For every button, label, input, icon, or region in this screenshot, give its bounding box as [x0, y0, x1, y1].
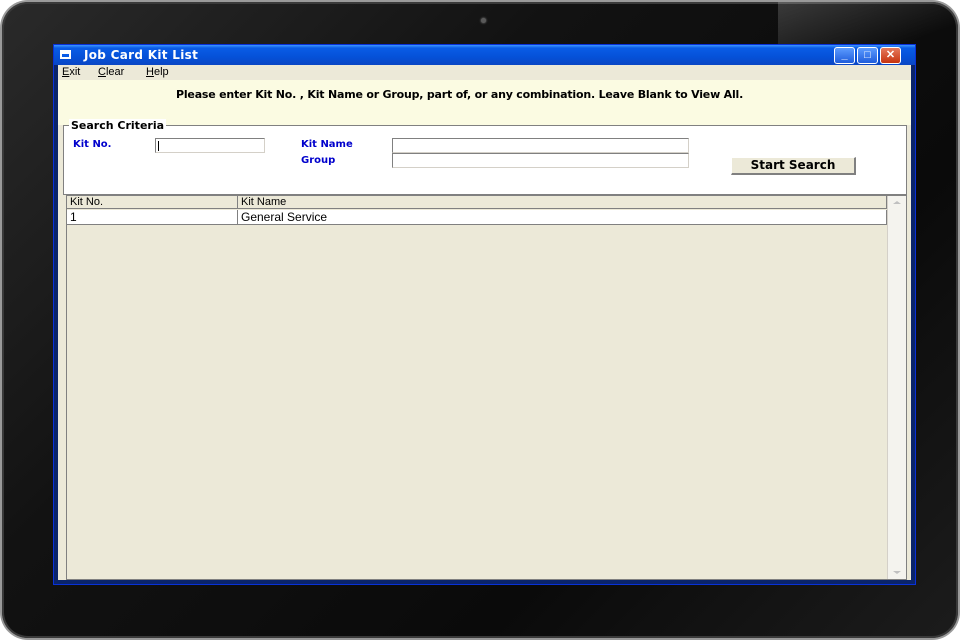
window-icon — [60, 50, 71, 59]
menu-help-rest: elp — [153, 66, 169, 78]
search-criteria-group: Search Criteria Kit No. Kit Name Group S… — [63, 119, 907, 195]
group-input[interactable] — [392, 153, 689, 168]
scroll-down-arrow-icon[interactable] — [893, 571, 901, 574]
menu-help[interactable]: Help — [146, 66, 169, 78]
grid-header: Kit No. Kit Name — [67, 196, 887, 209]
scroll-up-arrow-icon[interactable] — [893, 201, 901, 204]
title-bar[interactable]: Job Card Kit List _ □ ✕ — [54, 45, 915, 65]
maximize-button[interactable]: □ — [857, 47, 878, 64]
job-card-kit-list-window: Job Card Kit List _ □ ✕ Exit Clear Help … — [53, 44, 916, 585]
kit-list-grid: Kit No. Kit Name 1 General Service — [66, 195, 907, 580]
instruction-area: Please enter Kit No. , Kit Name or Group… — [58, 80, 911, 125]
camera-dot — [481, 18, 486, 23]
kit-name-input[interactable] — [392, 138, 689, 153]
column-header-kit-no[interactable]: Kit No. — [67, 196, 238, 209]
menu-exit-rest: xit — [69, 66, 81, 78]
menu-clear[interactable]: Clear — [98, 66, 124, 78]
window-title: Job Card Kit List — [84, 48, 199, 62]
start-search-button[interactable]: Start Search — [731, 157, 856, 175]
instruction-text: Please enter Kit No. , Kit Name or Group… — [176, 88, 744, 101]
menu-clear-rest: lear — [105, 66, 125, 78]
close-button[interactable]: ✕ — [880, 47, 901, 64]
vertical-scrollbar[interactable] — [887, 196, 906, 579]
cell-kit-no[interactable]: 1 — [67, 210, 238, 225]
menu-exit[interactable]: Exit — [62, 66, 80, 78]
window-client-area: Exit Clear Help Please enter Kit No. , K… — [58, 65, 911, 580]
cell-kit-name[interactable]: General Service — [238, 210, 887, 225]
search-criteria-legend: Search Criteria — [69, 119, 167, 132]
menu-help-mnemonic: H — [146, 66, 154, 78]
group-label: Group — [301, 155, 336, 166]
text-caret — [158, 141, 159, 151]
minimize-button[interactable]: _ — [834, 47, 855, 64]
menu-clear-mnemonic: C — [98, 66, 106, 78]
kit-name-label: Kit Name — [301, 139, 353, 150]
menu-bar: Exit Clear Help — [58, 65, 911, 80]
table-row[interactable]: 1 General Service — [67, 210, 887, 225]
kit-no-input[interactable] — [155, 138, 265, 153]
kit-no-label: Kit No. — [73, 139, 112, 150]
column-header-kit-name[interactable]: Kit Name — [238, 196, 887, 209]
